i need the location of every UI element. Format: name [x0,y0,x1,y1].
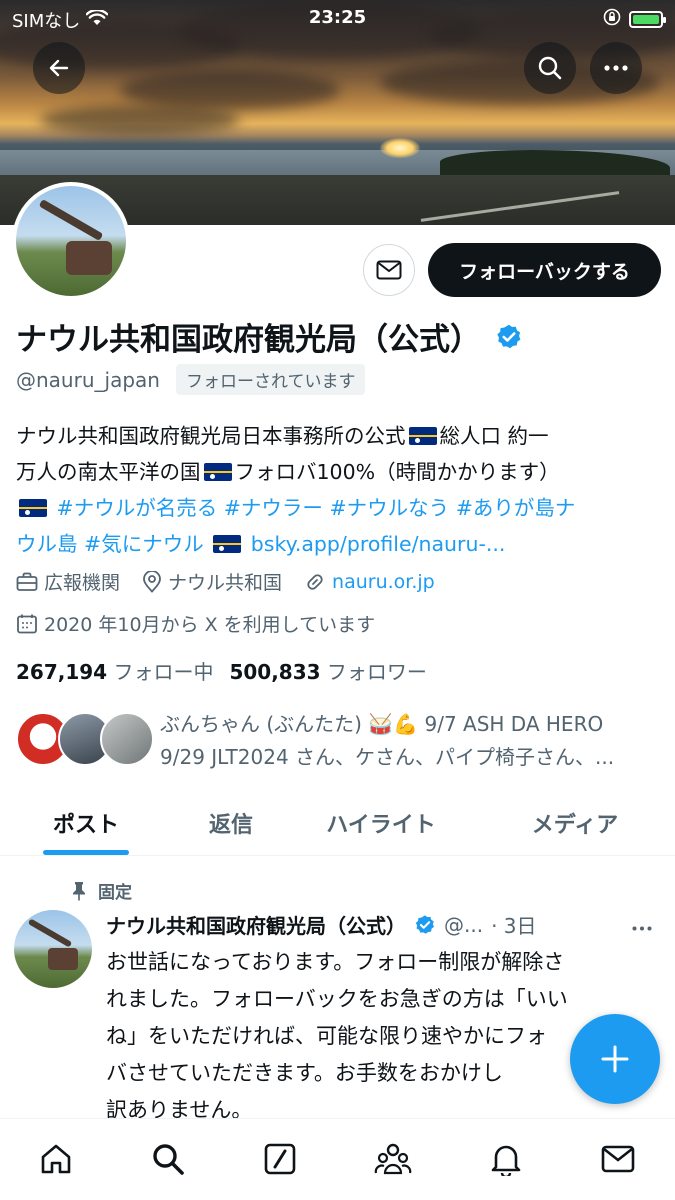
nauru-flag-icon [203,463,232,481]
calendar-icon [17,614,37,633]
communities-icon [374,1143,412,1175]
pinned-label-row: 固定 [72,878,132,903]
search-icon [538,56,562,80]
followers-you-know-text[interactable]: ぶんちゃん (ぶんたた) 🥁💪 9/7 ASH DA HERO 9/29 JLT… [160,708,640,774]
tweet-more-button[interactable] [632,912,652,937]
profile-tabs: ポスト 返信 ハイライト メディア [0,790,675,856]
followers-link[interactable]: 500,833 フォロワー [229,656,426,685]
hashtag-link[interactable]: #ナウルが名売る [57,496,218,520]
home-icon [41,1144,71,1174]
hashtag-link[interactable]: #気にナウル [84,532,204,556]
active-tab-indicator [43,850,129,855]
profile-handle: @nauru_japan [16,367,160,392]
tab-highlights[interactable]: ハイライト [290,790,472,856]
battery-icon [629,11,666,28]
status-bar: SIMなし 23:25 [0,0,675,36]
more-icon [604,65,628,71]
category-label: 広報機関 [44,572,121,594]
bsky-link[interactable]: bsky.app/profile/nauru-... [251,532,506,556]
tab-media[interactable]: メディア [490,790,660,856]
pinned-label: 固定 [98,883,132,903]
nav-grok[interactable] [260,1139,300,1179]
hashtag-link[interactable]: #ナウルなう [329,496,449,520]
joined-row: 2020 年10月から X を利用しています [16,610,397,637]
tweet-text: お世話になっております。フォロー制限が解除さ れました。フォローバックをお急ぎの… [106,950,568,1122]
mail-icon [376,260,402,280]
nav-search[interactable] [148,1139,188,1179]
pin-icon [73,881,85,900]
link-icon [307,573,323,590]
followers-you-know-avatars[interactable] [16,712,154,766]
following-link[interactable]: 267,194 フォロー中 [16,656,213,685]
more-icon [632,926,652,931]
messages-icon [601,1145,635,1173]
bottom-navigation [0,1118,675,1200]
location-pin-icon [143,570,161,593]
website-link[interactable]: nauru.or.jp [332,571,435,593]
status-time: 23:25 [308,7,367,28]
follow-back-button[interactable]: フォローバックする [428,243,661,297]
profile-meta: 広報機関 ナウル共和国 nauru.or.jp [16,568,457,595]
back-button[interactable] [33,42,85,94]
tweet-author-avatar[interactable] [14,910,92,988]
profile-bio: ナウル共和国政府観光局日本事務所の公式 総人口 約一 万人の南太平洋の国 フォロバ1… [16,424,576,556]
notifications-icon [491,1145,521,1176]
verified-badge-icon [415,914,434,934]
nav-notifications[interactable] [486,1139,526,1179]
profile-avatar[interactable] [12,182,130,300]
message-button[interactable] [363,244,415,296]
tweet-timestamp[interactable]: · 3日 [491,910,536,939]
hashtag-link[interactable]: #ナウラー [224,496,323,520]
follows-you-badge: フォローされています [175,364,366,395]
nav-home[interactable] [36,1139,76,1179]
tab-replies[interactable]: 返信 [172,790,290,856]
search-icon [153,1144,184,1175]
briefcase-icon [16,572,38,591]
plus-icon [601,1045,629,1073]
hashtag-link[interactable]: ウル島 [16,532,78,556]
more-button[interactable] [590,42,642,94]
avatar [100,712,154,766]
follow-counts: 267,194 フォロー中 500,833 フォロワー [16,656,427,685]
sun [380,138,420,158]
search-button[interactable] [524,42,576,94]
nauru-flag-icon [19,499,47,517]
tweet-author-name[interactable]: ナウル共和国政府観光局（公式） [106,910,406,939]
joined-label: 2020 年10月から X を利用しています [44,614,376,636]
hashtag-link[interactable]: #ありが島ナ [456,496,576,520]
nav-messages[interactable] [598,1139,638,1179]
verified-badge-icon[interactable] [495,323,523,351]
back-arrow-icon [49,59,69,77]
compose-button[interactable] [570,1014,660,1104]
tweet-header: ナウル共和国政府観光局（公式） @... · 3日 [106,910,666,939]
nauru-flag-icon [408,427,437,445]
nav-communities[interactable] [373,1139,413,1179]
profile-name: ナウル共和国政府観光局（公式） [16,322,481,358]
location-label: ナウル共和国 [168,572,283,594]
profile-name-row: ナウル共和国政府観光局（公式） [16,314,523,359]
handle-row: @nauru_japan フォローされています [16,364,366,395]
tweet-author-handle: @... [444,912,484,937]
tab-posts[interactable]: ポスト [0,790,172,856]
grok-icon [264,1143,296,1175]
nauru-flag-icon [213,535,242,553]
rotation-lock-icon [603,8,621,31]
